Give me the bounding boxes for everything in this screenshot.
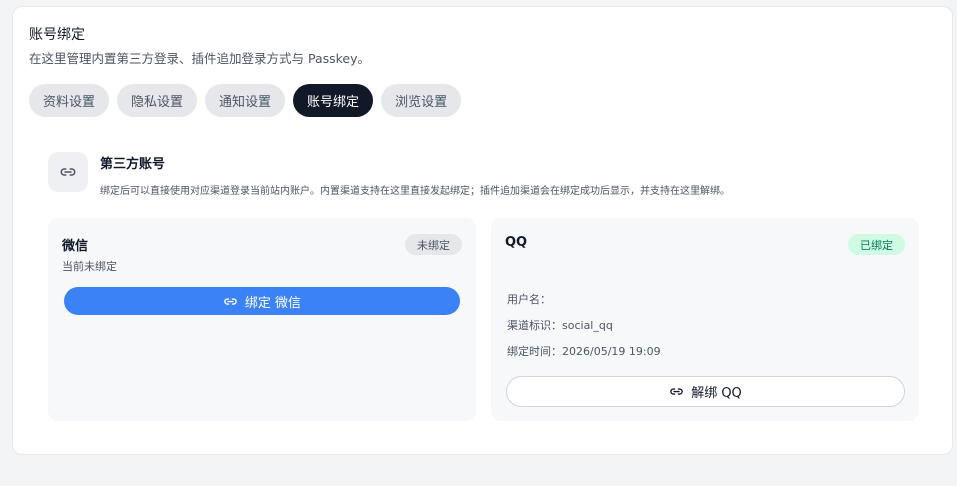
- tab-profile-settings[interactable]: 资料设置: [29, 84, 110, 117]
- wechat-status-badge: 未绑定: [405, 234, 462, 255]
- qq-channel-id: 渠道标识：social_qq: [507, 319, 613, 332]
- wechat-account-name: 微信: [62, 239, 89, 254]
- tab-privacy-settings[interactable]: 隐私设置: [117, 84, 198, 117]
- qq-account-card: QQ 已绑定 用户名： 渠道标识：social_qq 绑定时间：2026/05/…: [491, 218, 919, 421]
- bind-wechat-button[interactable]: 绑定 微信: [64, 287, 460, 315]
- qq-account-name: QQ: [505, 235, 528, 250]
- link-icon: [48, 152, 88, 192]
- page-title: 账号绑定: [29, 27, 85, 43]
- account-binding-card: 账号绑定 在这里管理内置第三方登录、插件追加登录方式与 Passkey。 资料设…: [12, 6, 953, 455]
- settings-tabs: 资料设置 隐私设置 通知设置 账号绑定 浏览设置: [29, 84, 462, 117]
- qq-status-badge: 已绑定: [848, 234, 905, 255]
- section-description: 绑定后可以直接使用对应渠道登录当前站内账户。内置渠道支持在这里直接发起绑定；插件…: [100, 186, 730, 197]
- tab-account-binding[interactable]: 账号绑定: [293, 84, 374, 117]
- wechat-status-text: 当前未绑定: [62, 260, 117, 273]
- tab-browsing-settings[interactable]: 浏览设置: [381, 84, 462, 117]
- link-icon: [223, 294, 238, 309]
- page-subtitle: 在这里管理内置第三方登录、插件追加登录方式与 Passkey。: [29, 51, 371, 66]
- unbind-qq-button[interactable]: 解绑 QQ: [506, 376, 905, 407]
- qq-username: 用户名：: [507, 293, 551, 306]
- bind-wechat-label: 绑定 微信: [244, 295, 302, 311]
- tab-notification-settings[interactable]: 通知设置: [205, 84, 286, 117]
- qq-bind-time: 绑定时间：2026/05/19 19:09: [507, 345, 661, 358]
- unbind-qq-label: 解绑 QQ: [691, 386, 742, 401]
- link-icon: [669, 384, 684, 399]
- section-title: 第三方账号: [100, 157, 166, 172]
- wechat-account-card: 微信 未绑定 当前未绑定 绑定 微信: [48, 218, 476, 421]
